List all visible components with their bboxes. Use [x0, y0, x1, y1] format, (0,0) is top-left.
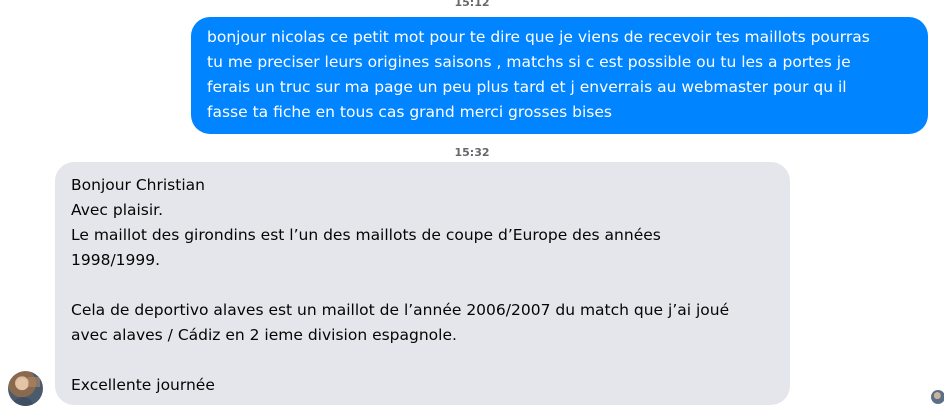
message-line: Excellente journée: [71, 376, 215, 394]
seen-avatar-icon: [931, 390, 944, 404]
message-line: Le maillot des girondins est l’un des ma…: [71, 226, 661, 244]
message-line: Bonjour Christian: [71, 176, 205, 194]
message-line: [71, 273, 774, 298]
message-timestamp: 15:12: [454, 0, 490, 9]
chat-thread: 15:12 bonjour nicolas ce petit mot pour …: [0, 0, 944, 420]
sender-avatar-icon[interactable]: [8, 371, 43, 406]
outgoing-message-bubble[interactable]: bonjour nicolas ce petit mot pour te dir…: [191, 17, 928, 134]
message-line: [71, 348, 774, 373]
message-line: Avec plaisir.: [71, 201, 164, 219]
message-line: 1998/1999.: [71, 251, 161, 269]
message-timestamp: 15:32: [454, 146, 490, 159]
message-line: Cela de deportivo alaves est un maillot …: [71, 301, 730, 319]
avatar-photo-icon: [12, 377, 40, 406]
incoming-message-bubble[interactable]: Bonjour Christian Avec plaisir. Le maill…: [55, 162, 790, 405]
message-line: avec alaves / Cádiz en 2 ieme division e…: [71, 326, 457, 344]
